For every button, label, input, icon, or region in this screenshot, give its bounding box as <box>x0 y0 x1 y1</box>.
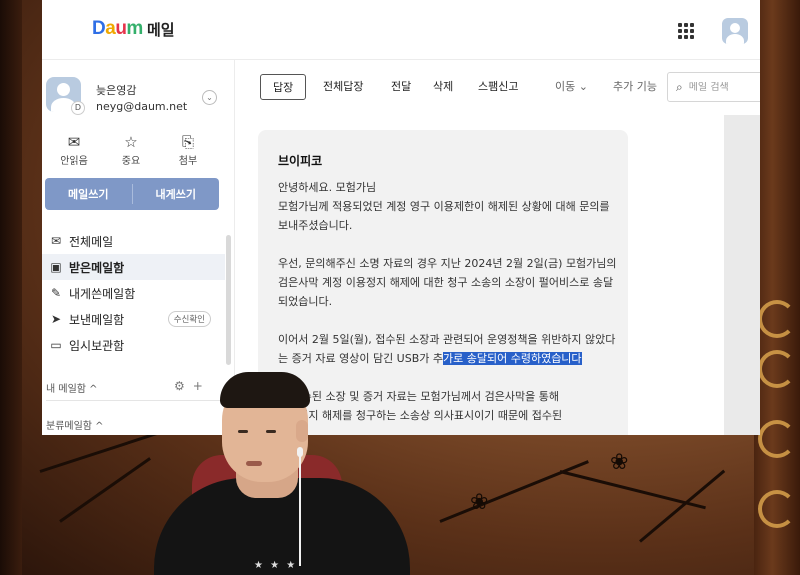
folder-all-mail[interactable]: ✉ 전체메일 <box>42 228 225 254</box>
app-title[interactable]: 메일 <box>147 19 175 40</box>
mail-icon: ✉ <box>50 234 62 248</box>
earbud-cable <box>299 456 301 566</box>
gear-icon[interactable]: ⚙ <box>174 379 193 393</box>
message-sender: 브이피코 <box>278 154 323 168</box>
message-paragraph: 안녕하세요. 모험가님 모험가님께 적용되었던 계정 영구 이용제한이 해제된 … <box>278 181 610 232</box>
compose-group: 메일쓰기 내게쓰기 <box>45 178 219 210</box>
daum-logo[interactable]: Daum <box>92 18 143 40</box>
streamer-hair <box>220 372 310 408</box>
selected-text[interactable]: 가로 송달되어 수령하였습니다 <box>443 352 582 365</box>
painted-bird-icon: ❀ <box>470 490 489 515</box>
delete-button[interactable]: 삭제 <box>433 74 453 100</box>
ornament-swirl <box>758 490 796 528</box>
star-icon: ☆ <box>124 133 138 151</box>
ornament-swirl <box>758 420 796 458</box>
sidebar-divider <box>46 400 224 401</box>
sidebar: D 늦은영감 neyg@daum.net ⌄ ✉ 안읽음 ☆ 중요 ⎘ 첨부 메… <box>42 60 235 435</box>
reading-pane: 브이피코 안녕하세요. 모험가님 모험가님께 적용되었던 계정 영구 이용제한이… <box>235 115 760 435</box>
streamer-eye <box>266 430 276 433</box>
folder-sent[interactable]: ➤ 보낸메일함 수신확인 <box>42 306 225 332</box>
chevron-down-icon[interactable]: ⌄ <box>202 90 217 105</box>
user-email: neyg@daum.net <box>96 100 188 113</box>
message-body: 안녕하세요. 모험가님 모험가님께 적용되었던 계정 영구 이용제한이 해제된 … <box>278 178 618 435</box>
message-card: 브이피코 안녕하세요. 모험가님 모험가님께 적용되었던 계정 영구 이용제한이… <box>258 130 628 435</box>
folder-inbox[interactable]: ▣ 받은메일함 <box>42 254 225 280</box>
streamer-ear <box>296 420 308 442</box>
folder-icon: ▭ <box>50 338 62 352</box>
edit-icon: ✎ <box>50 286 62 300</box>
mail-window: Daum 메일 D 늦은영감 neyg@daum.net ⌄ ✉ 안읽음 ☆ 중… <box>42 0 760 435</box>
quick-important[interactable]: ☆ 중요 <box>106 132 156 167</box>
envelope-icon: ✉ <box>67 133 81 151</box>
stream-right-border <box>754 0 800 575</box>
stream-left-border <box>0 0 22 575</box>
folder-drafts[interactable]: ▭ 임시보관함 <box>42 332 225 358</box>
message-paragraph: 우선, 문의해주신 소명 자료의 경우 지난 2024년 2월 2일(금) 모험… <box>278 257 617 308</box>
compose-button[interactable]: 메일쓰기 <box>45 178 132 210</box>
painted-bird-icon: ❀ <box>610 450 629 475</box>
apps-grid-icon[interactable] <box>678 23 694 39</box>
reply-all-button[interactable]: 전체답장 <box>323 74 363 100</box>
reply-button[interactable]: 답장 <box>260 74 307 100</box>
read-receipt-badge[interactable]: 수신확인 <box>167 311 211 327</box>
ornament-swirl <box>758 350 796 388</box>
mail-search: ⌕ <box>667 72 760 102</box>
report-spam-button[interactable]: 스팸신고 <box>478 74 518 100</box>
user-name: 늦은영감 <box>96 84 137 97</box>
folder-self-sent[interactable]: ✎ 내게쓴메일함 <box>42 280 225 306</box>
plus-icon[interactable]: + <box>193 379 211 393</box>
inbox-icon: ▣ <box>50 260 62 274</box>
forward-button[interactable]: 전달 <box>391 74 411 100</box>
right-rail <box>724 115 760 435</box>
move-button[interactable]: 이동 ⌄ <box>555 74 588 100</box>
section-my-mailbox[interactable]: 내 메일함 ^ <box>46 380 98 395</box>
search-input[interactable] <box>688 81 759 93</box>
shirt-print: ★ ★ ★ <box>254 560 298 571</box>
top-bar: Daum 메일 <box>42 0 760 60</box>
message-toolbar: 답장 전체답장 전달 삭제 스팸신고 이동 ⌄ 추가 기능 ⌕ <box>235 60 760 115</box>
section-category-mailbox[interactable]: 분류메일함 ^ <box>46 417 104 432</box>
quick-unread[interactable]: ✉ 안읽음 <box>49 132 99 167</box>
account-badge: D <box>71 101 85 115</box>
streamer-mouth <box>246 461 262 466</box>
mailbox-tools: ⚙+ <box>174 379 211 393</box>
write-to-self-button[interactable]: 내게쓰기 <box>133 178 220 210</box>
message-paragraph: 이 접수된 소장 및 증거 자료는 모험가님께서 검은사막을 통해 이용정지 해… <box>278 390 563 422</box>
streamer-eye <box>238 430 248 433</box>
quick-attachment[interactable]: ⎘ 첨부 <box>163 132 213 167</box>
message-paragraph: 이어서 2월 5일(월), 접수된 소장과 관련되어 운영정책을 위반하지 않았… <box>278 333 616 365</box>
ornament-swirl <box>758 300 796 338</box>
profile-avatar[interactable] <box>722 18 748 44</box>
search-icon[interactable]: ⌕ <box>676 80 683 95</box>
more-actions-button[interactable]: 추가 기능 <box>613 74 657 100</box>
paperclip-icon: ⎘ <box>181 133 194 151</box>
sidebar-scrollbar[interactable] <box>226 235 231 365</box>
send-icon: ➤ <box>50 312 62 326</box>
